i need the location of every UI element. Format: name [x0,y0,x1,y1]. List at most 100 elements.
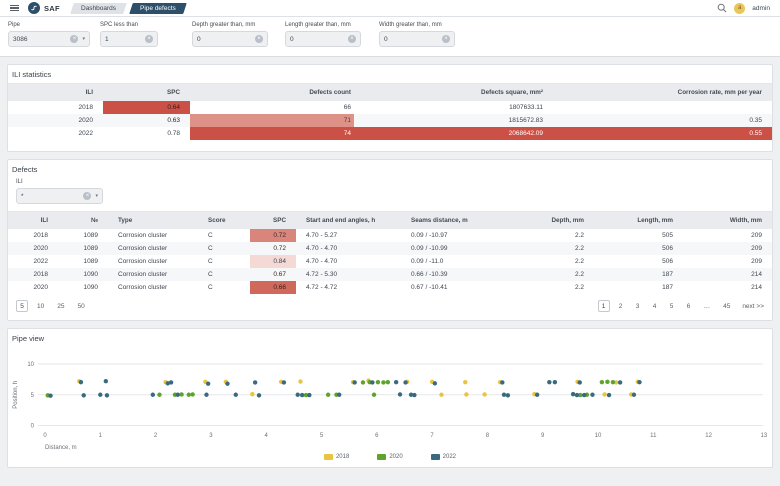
data-point [296,393,300,397]
chevron-down-icon[interactable]: ▾ [82,36,85,42]
clear-icon[interactable]: × [145,35,153,43]
filter-width: Width greater than, mm 0 × [379,22,455,47]
y-tick-label: 10 [27,362,34,368]
width-input[interactable]: 0 × [379,31,455,47]
col-defects-count[interactable]: Defects count [190,84,361,101]
legend-item-2020[interactable]: 2020 [377,454,402,460]
table-header-row: ILI № Type Score SPC Start and end angle… [8,212,772,229]
clear-icon[interactable]: × [255,35,263,43]
data-point [250,392,254,396]
data-point [300,393,304,397]
pipe-view-card: Pipe view 0510012345678910111213Position… [7,328,773,468]
col-seams[interactable]: Seams distance, m [401,212,509,229]
menu-icon[interactable] [10,5,19,12]
spc-highlight-cell: 0.72 [250,242,296,255]
legend-item-2018[interactable]: 2018 [324,454,349,460]
ili-select[interactable]: * × ▾ [16,188,103,204]
data-point [535,393,539,397]
col-number[interactable]: № [58,212,108,229]
table-row[interactable]: 2018 1090 Corrosion cluster C 0.67 4.72 … [8,268,772,281]
pipe-select[interactable]: 3086 × ▾ [8,31,90,47]
data-point [464,392,468,396]
table-row[interactable]: 2018 0.64 66 1807633.11 [8,101,772,114]
page-1[interactable]: 1 [598,300,610,312]
col-ili[interactable]: ILI [8,212,58,229]
page-6[interactable]: 6 [683,300,695,312]
clear-icon[interactable]: × [70,35,78,43]
data-point [206,381,210,385]
scatter-plot: 0510012345678910111213Position, hDistanc… [8,349,772,451]
filter-length: Length greater than, mm 0 × [285,22,361,47]
col-depth[interactable]: Depth, mm [509,212,594,229]
x-tick-label: 10 [595,433,602,439]
page-3[interactable]: 3 [632,300,644,312]
clear-icon[interactable]: × [83,192,91,200]
table-row[interactable]: 2020 1089 Corrosion cluster C 0.72 4.70 … [8,242,772,255]
page-numbers: 1 2 3 4 5 6 … 45 next >> [598,300,764,312]
data-point [439,393,443,397]
x-tick-label: 4 [265,433,269,439]
col-corrosion-rate[interactable]: Corrosion rate, mm per year [553,84,772,101]
col-spc[interactable]: SPC [103,84,190,101]
data-point [179,392,183,396]
page-size-10[interactable]: 10 [33,300,48,312]
tab-pipe-defects[interactable]: Pipe defects [129,3,186,14]
data-point [386,380,390,384]
search-icon[interactable] [717,3,727,13]
filter-pipe: Pipe 3086 × ▾ [8,22,90,47]
page-5[interactable]: 5 [666,300,678,312]
col-length[interactable]: Length, mm [594,212,683,229]
saf-logo-icon [28,2,40,14]
table-row[interactable]: 2020 0.63 71 1815672.83 0.35 [8,114,772,127]
data-point [575,393,579,397]
data-point [352,380,356,384]
clear-icon[interactable]: × [348,35,356,43]
table-row[interactable]: 2018 1089 Corrosion cluster C 0.72 4.70 … [8,229,772,242]
clear-icon[interactable]: × [442,35,450,43]
legend-item-2022[interactable]: 2022 [431,454,456,460]
defects-table: ILI № Type Score SPC Start and end angle… [8,212,772,294]
tab-dashboards[interactable]: Dashboards [70,3,127,14]
chart-legend: 2018 2020 2022 [8,453,772,467]
top-bar: SAF Dashboards Pipe defects a admin [0,0,780,17]
avatar[interactable]: a [734,3,745,14]
col-defects-square[interactable]: Defects square, mm² [361,84,553,101]
data-point [611,380,615,384]
col-ili[interactable]: ILI [8,84,103,101]
col-type[interactable]: Type [108,212,198,229]
x-tick-label: 8 [486,433,490,439]
col-score[interactable]: Score [198,212,250,229]
col-angles[interactable]: Start and end angles, h [296,212,401,229]
table-row[interactable]: 2020 1090 Corrosion cluster C 0.66 4.72 … [8,281,772,294]
data-point [298,379,302,383]
username-label[interactable]: admin [752,5,770,12]
data-point [500,380,504,384]
table-row[interactable]: 2022 1089 Corrosion cluster C 0.84 4.70 … [8,255,772,268]
spc-input[interactable]: 1 × [100,31,158,47]
legend-label: 2018 [336,454,349,460]
depth-input[interactable]: 0 × [192,31,268,47]
page-size-5[interactable]: 5 [16,300,28,312]
next-page-button[interactable]: next >> [742,303,764,310]
chevron-down-icon[interactable]: ▾ [95,193,98,199]
data-point [412,393,416,397]
page-4[interactable]: 4 [649,300,661,312]
data-point [82,393,86,397]
col-spc[interactable]: SPC [250,212,296,229]
page-45[interactable]: 45 [719,300,734,312]
col-width[interactable]: Width, mm [683,212,772,229]
data-point [370,380,374,384]
x-tick-label: 2 [154,433,158,439]
x-tick-label: 7 [430,433,434,439]
table-row[interactable]: 2022 0.78 74 2068642.09 0.55 [8,127,772,140]
filter-bar: Pipe 3086 × ▾ SPC less than 1 × Depth gr… [0,17,780,57]
page-size-25[interactable]: 25 [53,300,68,312]
pagination: 5 10 25 50 1 2 3 4 5 6 … 45 next >> [8,294,772,320]
page-ellipsis: … [700,300,715,312]
page-size-50[interactable]: 50 [73,300,88,312]
page-2[interactable]: 2 [615,300,627,312]
length-input[interactable]: 0 × [285,31,361,47]
rate-bar-cell: 0.35 [553,114,772,127]
data-point [571,392,575,396]
defects-card: Defects ILI * × ▾ ILI № Type Score SPC S… [7,159,773,321]
